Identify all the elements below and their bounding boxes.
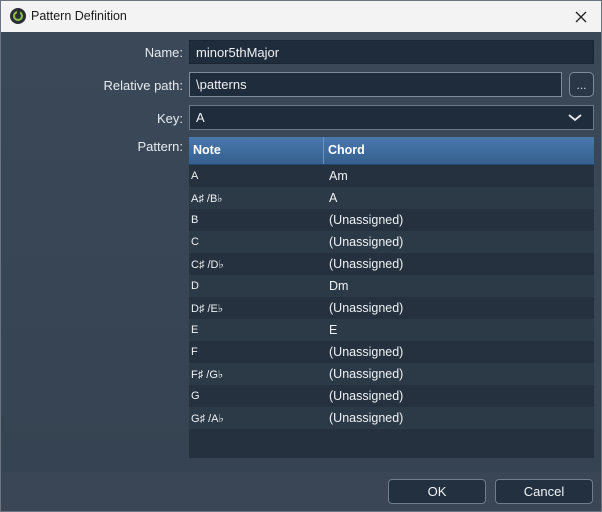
chord-cell[interactable]: (Unassigned)	[324, 411, 403, 425]
relative-path-field[interactable]: \patterns	[189, 72, 562, 97]
table-row[interactable]: F (Unassigned)	[189, 341, 594, 363]
note-cell: G	[191, 390, 200, 402]
close-button[interactable]	[561, 1, 601, 32]
pattern-label: Pattern:	[137, 139, 183, 154]
name-label: Name:	[144, 45, 183, 60]
chord-cell[interactable]: (Unassigned)	[324, 235, 403, 249]
table-header: Note Chord	[189, 137, 594, 165]
ok-button[interactable]: OK	[388, 479, 486, 504]
table-body: A Am A♯ /B♭ A B (Unassigned) C (Unassigned) C♯ /…	[189, 165, 594, 429]
note-cell: B	[191, 214, 199, 226]
pattern-definition-dialog: Pattern Definition Name: minor5thMajor R…	[0, 0, 602, 512]
table-row[interactable]: A Am	[189, 165, 594, 187]
chord-cell[interactable]: (Unassigned)	[324, 257, 403, 271]
cancel-button[interactable]: Cancel	[495, 479, 593, 504]
app-logo-icon	[10, 8, 26, 24]
table-row[interactable]: G♯ /A♭ (Unassigned)	[189, 407, 594, 429]
chord-cell[interactable]: (Unassigned)	[324, 367, 403, 381]
note-cell: C	[191, 236, 199, 248]
column-header-note[interactable]: Note	[189, 137, 324, 164]
table-row[interactable]: F♯ /G♭ (Unassigned)	[189, 363, 594, 385]
chord-cell[interactable]: Dm	[324, 279, 348, 293]
table-row[interactable]: G (Unassigned)	[189, 385, 594, 407]
chord-cell[interactable]: A	[324, 191, 337, 205]
key-dropdown[interactable]: A	[189, 105, 594, 130]
title-bar: Pattern Definition	[1, 1, 601, 32]
pattern-table: Note Chord A Am A♯ /B♭ A B (Unassigned) C (Unas…	[189, 137, 594, 458]
dialog-content: Name: minor5thMajor Relative path: \patt…	[1, 32, 601, 472]
chord-cell[interactable]: (Unassigned)	[324, 345, 403, 359]
note-cell: A	[191, 170, 199, 182]
note-cell: E	[191, 324, 199, 336]
note-cell: C♯ /D♭	[191, 258, 224, 271]
chord-cell[interactable]: (Unassigned)	[324, 301, 403, 315]
dialog-footer: OK Cancel	[1, 472, 601, 511]
name-field[interactable]: minor5thMajor	[189, 40, 594, 64]
table-row[interactable]: A♯ /B♭ A	[189, 187, 594, 209]
chord-cell[interactable]: E	[324, 323, 337, 337]
note-cell: F	[191, 346, 198, 358]
close-icon	[575, 11, 587, 22]
table-row[interactable]: D♯ /E♭ (Unassigned)	[189, 297, 594, 319]
chevron-down-icon	[568, 114, 582, 122]
key-selected-value: A	[196, 110, 205, 125]
note-cell: A♯ /B♭	[191, 192, 223, 205]
column-header-chord[interactable]: Chord	[324, 137, 365, 164]
chord-cell[interactable]: (Unassigned)	[324, 389, 403, 403]
note-cell: D♯ /E♭	[191, 302, 224, 315]
window-title: Pattern Definition	[31, 9, 127, 23]
relative-path-label: Relative path:	[103, 78, 184, 93]
note-cell: D	[191, 280, 199, 292]
chord-cell[interactable]: (Unassigned)	[324, 213, 403, 227]
table-row[interactable]: C♯ /D♭ (Unassigned)	[189, 253, 594, 275]
key-label: Key:	[156, 111, 183, 126]
note-cell: F♯ /G♭	[191, 368, 224, 381]
table-row[interactable]: D Dm	[189, 275, 594, 297]
table-row[interactable]: C (Unassigned)	[189, 231, 594, 253]
chord-cell[interactable]: Am	[324, 169, 348, 183]
table-row[interactable]: EE	[189, 319, 594, 341]
note-cell: G♯ /A♭	[191, 412, 224, 425]
table-row[interactable]: B (Unassigned)	[189, 209, 594, 231]
browse-button[interactable]: ...	[569, 72, 594, 97]
